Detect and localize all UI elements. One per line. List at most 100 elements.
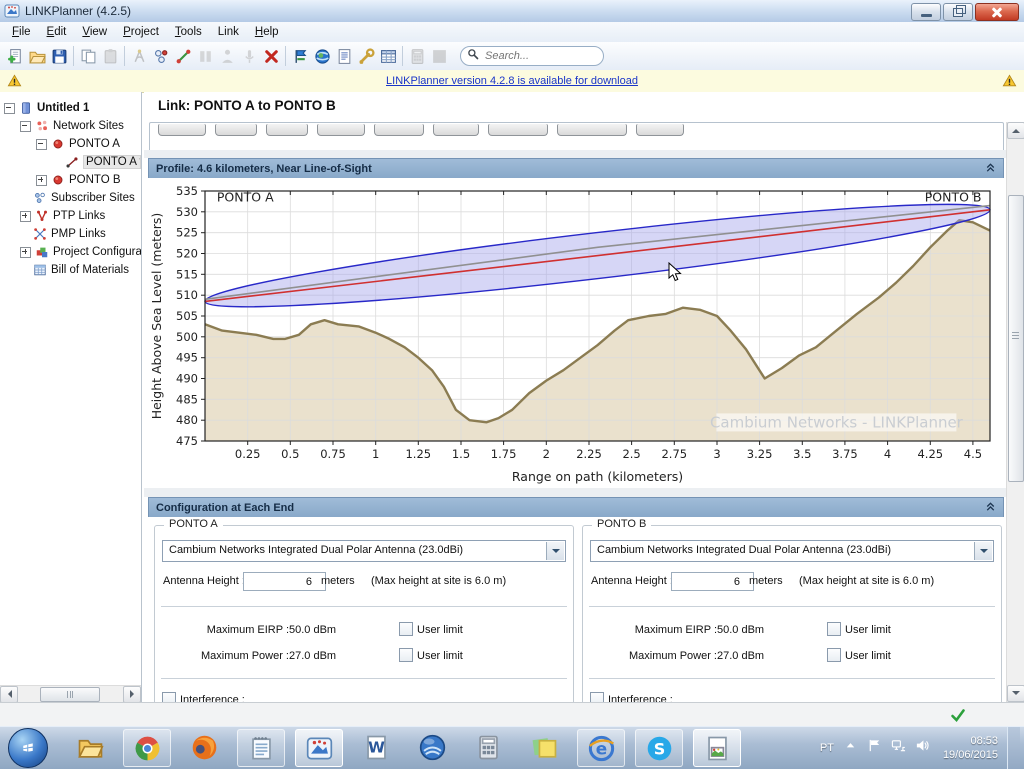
- flag-report-button[interactable]: [289, 45, 311, 67]
- antenna-height-input[interactable]: [243, 572, 326, 591]
- interference-checkbox[interactable]: [162, 692, 176, 702]
- tree-expander-plus[interactable]: [20, 247, 31, 258]
- tree-expander-plus[interactable]: [20, 211, 31, 222]
- sidebar-item-ptp-links[interactable]: PTP Links: [0, 207, 141, 225]
- link-toolbar-button[interactable]: [158, 124, 206, 136]
- title-bar[interactable]: LINKPlanner (4.2.5): [0, 0, 1024, 23]
- config-section-header[interactable]: Configuration at Each End: [148, 497, 1004, 519]
- menu-file[interactable]: File: [4, 23, 39, 42]
- link-toolbar-button[interactable]: [488, 124, 548, 136]
- sidebar-item-ponto-a-to-ponto-b[interactable]: PONTO A to PONTO B: [0, 153, 141, 171]
- action-center-flag-icon[interactable]: [867, 738, 882, 758]
- sidebar-item-subscriber-sites[interactable]: Subscriber Sites: [0, 189, 141, 207]
- open-project-button[interactable]: [26, 45, 48, 67]
- antenna-height-input[interactable]: [671, 572, 754, 591]
- sidebar-item-ponto-a[interactable]: PONTO A: [0, 135, 141, 153]
- antenna-select[interactable]: Cambium Networks Integrated Dual Polar A…: [162, 540, 566, 562]
- scroll-up-button[interactable]: [1007, 122, 1024, 139]
- taskbar-calculator[interactable]: [465, 729, 511, 765]
- scroll-right-button[interactable]: [123, 686, 141, 703]
- power-user-limit-checkbox[interactable]: [827, 648, 841, 662]
- link-toolbar-button[interactable]: [374, 124, 424, 136]
- eirp-user-limit-checkbox[interactable]: [827, 622, 841, 636]
- new-network-site-button[interactable]: [150, 45, 172, 67]
- volume-icon[interactable]: [915, 738, 930, 758]
- svg-text:1.25: 1.25: [405, 447, 431, 461]
- chevron-down-icon[interactable]: [974, 542, 992, 560]
- link-toolbar-button[interactable]: [636, 124, 684, 136]
- taskbar-linkplanner[interactable]: [295, 729, 343, 767]
- taskbar-firefox[interactable]: [181, 729, 227, 765]
- power-user-limit-checkbox[interactable]: [399, 648, 413, 662]
- start-button[interactable]: [8, 728, 48, 768]
- taskbar-winbox[interactable]: [409, 729, 455, 765]
- delete-button[interactable]: [260, 45, 282, 67]
- scrollbar-thumb[interactable]: [40, 687, 100, 702]
- scroll-left-button[interactable]: [0, 686, 18, 703]
- taskbar-explorer[interactable]: [67, 729, 113, 765]
- menu-project[interactable]: Project: [115, 23, 167, 42]
- collapse-chevron-icon[interactable]: [984, 161, 1003, 177]
- svg-text:475: 475: [176, 434, 198, 448]
- profile-section-header[interactable]: Profile: 4.6 kilometers, Near Line-of-Si…: [148, 158, 1004, 180]
- taskbar-internet-explorer[interactable]: e: [577, 729, 625, 767]
- sidebar-item-bill-of-materials[interactable]: Bill of Materials: [0, 261, 141, 279]
- new-ptp-link-button[interactable]: [172, 45, 194, 67]
- search-input[interactable]: [483, 49, 597, 63]
- close-button[interactable]: [975, 3, 1019, 21]
- sidebar-item-ponto-b[interactable]: PONTO B: [0, 171, 141, 189]
- collapse-chevron-icon[interactable]: [984, 500, 1003, 516]
- menu-help[interactable]: Help: [247, 23, 287, 42]
- menu-tools[interactable]: Tools: [167, 23, 210, 42]
- taskbar-skype[interactable]: S: [635, 729, 683, 767]
- search-box[interactable]: [460, 46, 604, 66]
- report-button[interactable]: [333, 45, 355, 67]
- language-indicator[interactable]: PT: [820, 742, 834, 754]
- show-desktop-button[interactable]: [1007, 727, 1020, 769]
- link-toolbar-button[interactable]: [433, 124, 479, 136]
- show-hidden-icons-button[interactable]: [843, 738, 858, 758]
- table-button[interactable]: [377, 45, 399, 67]
- save-project-button[interactable]: [48, 45, 70, 67]
- sidebar-item-untitled-1[interactable]: Untitled 1: [0, 99, 141, 117]
- vertical-scrollbar[interactable]: [1006, 122, 1024, 702]
- tree-expander-minus[interactable]: [36, 139, 47, 150]
- settings-button[interactable]: [355, 45, 377, 67]
- taskbar-chrome[interactable]: [123, 729, 171, 767]
- taskbar-notepad[interactable]: [237, 729, 285, 767]
- update-download-link[interactable]: LINKPlanner version 4.2.8 is available f…: [386, 75, 638, 87]
- minimize-button[interactable]: [911, 3, 941, 21]
- eirp-user-limit-checkbox[interactable]: [399, 622, 413, 636]
- sidebar-item-pmp-links[interactable]: PMP Links: [0, 225, 141, 243]
- path-profile-chart[interactable]: 0.250.50.7511.251.51.7522.252.52.7533.25…: [148, 178, 1004, 488]
- chevron-down-icon[interactable]: [546, 542, 564, 560]
- sidebar-item-network-sites[interactable]: Network Sites: [0, 117, 141, 135]
- taskbar-sticky-notes[interactable]: [521, 729, 567, 765]
- toolbar-separator: [285, 46, 286, 66]
- scroll-down-button[interactable]: [1007, 685, 1024, 702]
- taskbar-word[interactable]: W: [353, 729, 399, 765]
- menu-link[interactable]: Link: [210, 23, 247, 42]
- link-toolbar-button[interactable]: [266, 124, 308, 136]
- google-earth-button[interactable]: [311, 45, 333, 67]
- antenna-select[interactable]: Cambium Networks Integrated Dual Polar A…: [590, 540, 994, 562]
- interference-checkbox[interactable]: [590, 692, 604, 702]
- clock[interactable]: 08:53 19/06/2015: [943, 734, 998, 762]
- link-toolbar-button[interactable]: [215, 124, 257, 136]
- tree-expander-minus[interactable]: [4, 103, 15, 114]
- tree-expander-minus[interactable]: [20, 121, 31, 132]
- copy-button[interactable]: [77, 45, 99, 67]
- svg-text:2.5: 2.5: [622, 447, 640, 461]
- restore-button[interactable]: [943, 3, 973, 21]
- menu-edit[interactable]: Edit: [39, 23, 75, 42]
- sidebar-item-project-configuration[interactable]: Project Configuration: [0, 243, 141, 261]
- tree-expander-plus[interactable]: [36, 175, 47, 186]
- taskbar-image-viewer[interactable]: [693, 729, 741, 767]
- link-toolbar-button[interactable]: [557, 124, 627, 136]
- tree-horizontal-scrollbar[interactable]: [0, 685, 141, 702]
- network-icon[interactable]: [891, 738, 906, 758]
- scrollbar-thumb[interactable]: [1008, 195, 1024, 482]
- link-toolbar-button[interactable]: [317, 124, 365, 136]
- new-project-button[interactable]: [4, 45, 26, 67]
- menu-view[interactable]: View: [74, 23, 115, 42]
